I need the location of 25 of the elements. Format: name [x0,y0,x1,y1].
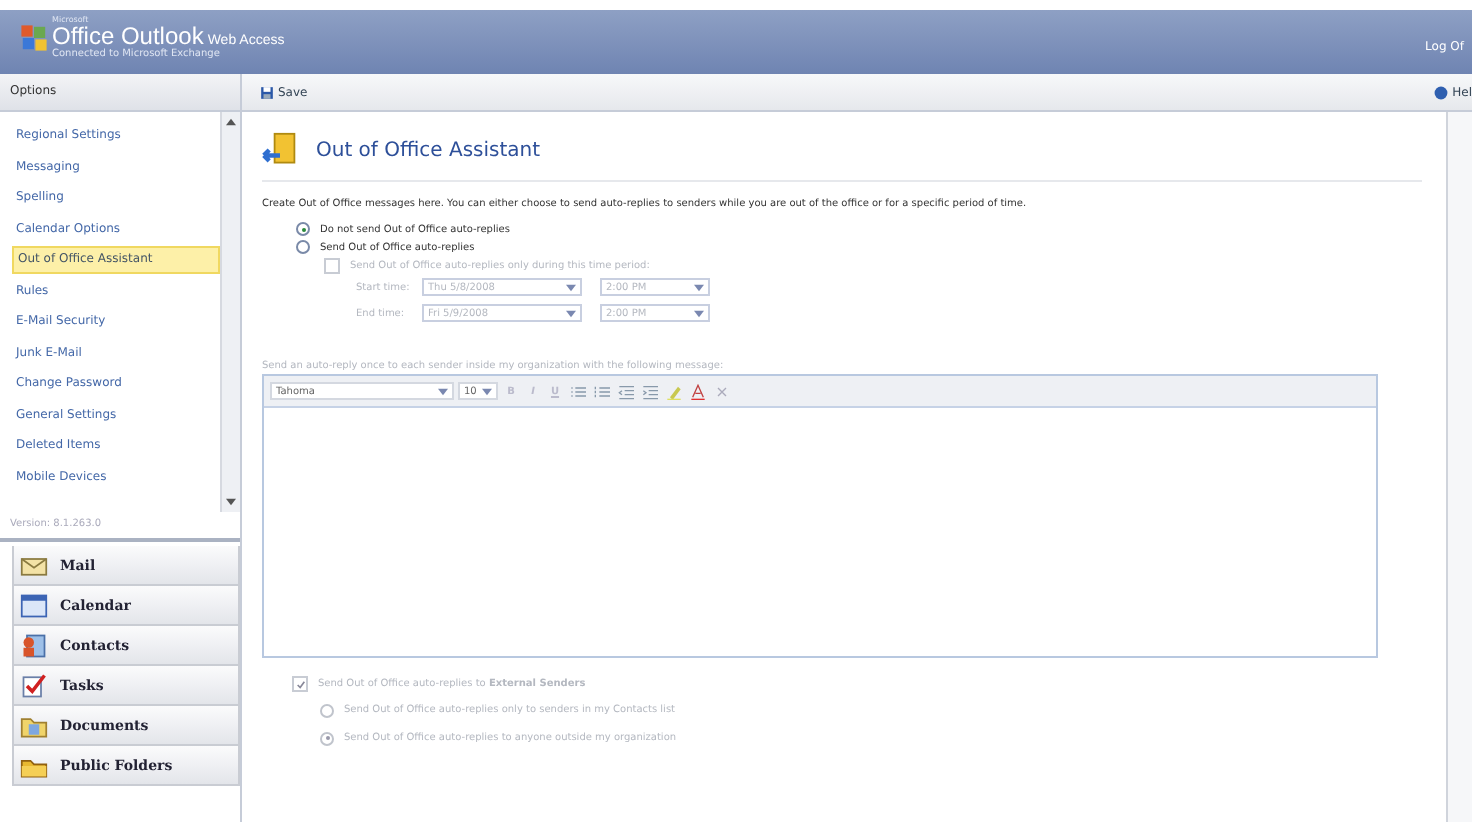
caret-icon [694,309,704,317]
caret-icon [482,387,492,395]
caret-icon [694,283,704,291]
scrollbar[interactable] [1446,112,1472,822]
caret-icon [438,387,448,395]
page-title: Out of Office Assistant [316,139,541,161]
contacts-icon [20,631,48,659]
caret-icon [566,283,576,291]
scroll-up-icon[interactable] [226,118,236,126]
caret-icon [566,309,576,317]
logo-icon [20,23,48,51]
font-color-icon[interactable] [688,381,708,401]
radio-button[interactable] [296,240,310,254]
scroll-down-icon[interactable] [226,498,236,506]
calendar-icon [20,591,48,619]
radio-button[interactable] [296,222,310,236]
tasks-icon [20,671,48,699]
scrollbar[interactable] [220,112,240,512]
door-arrow-icon [262,132,298,168]
indent-icon[interactable] [640,381,660,401]
product-name: Office Outlook [52,24,204,48]
help-icon [1434,85,1449,99]
bullet-list-icon[interactable] [568,381,588,401]
numbered-list-icon[interactable] [592,381,612,401]
outdent-icon[interactable] [616,381,636,401]
